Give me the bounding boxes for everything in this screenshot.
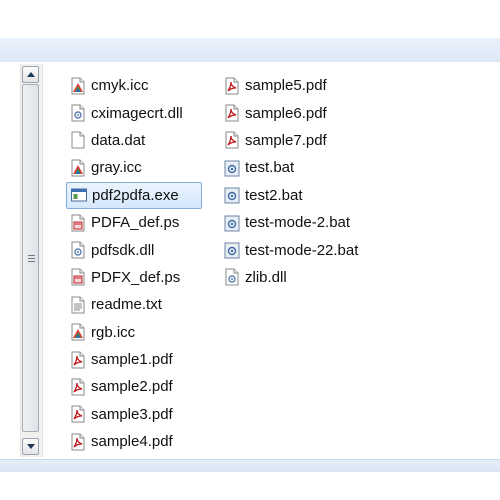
file-name: PDFX_def.ps	[91, 268, 181, 286]
toolbar-strip	[0, 38, 500, 63]
file-name: sample7.pdf	[245, 131, 327, 149]
scroll-down-button[interactable]	[22, 438, 39, 455]
file-item[interactable]: pdf2pdfa.exe	[66, 181, 202, 209]
pdf-icon	[70, 351, 86, 369]
file-item[interactable]: sample5.pdf	[220, 72, 358, 99]
file-name: test-mode-2.bat	[245, 214, 351, 232]
status-strip	[0, 459, 500, 472]
dll-icon	[70, 104, 86, 122]
exe-icon	[71, 186, 87, 204]
bat-icon	[224, 159, 240, 177]
file-item[interactable]: readme.txt	[66, 291, 202, 318]
icc-icon	[70, 323, 86, 341]
file-item[interactable]: test.bat	[220, 154, 358, 181]
pdf-icon	[224, 131, 240, 149]
file-item[interactable]: test-mode-22.bat	[220, 236, 358, 263]
file-name: zlib.dll	[245, 268, 287, 286]
file-name: pdfsdk.dll	[91, 241, 155, 259]
file-name: gray.icc	[91, 159, 142, 177]
file-name: rgb.icc	[91, 323, 136, 341]
txt-icon	[70, 296, 86, 314]
file-name: sample2.pdf	[91, 378, 173, 396]
bat-icon	[224, 214, 240, 232]
file-item[interactable]: test-mode-2.bat	[220, 209, 358, 236]
bat-icon	[224, 186, 240, 204]
file-name: test2.bat	[245, 186, 303, 204]
file-item[interactable]: sample6.pdf	[220, 99, 358, 126]
pdf-icon	[224, 104, 240, 122]
file-name: pdf2pdfa.exe	[92, 186, 179, 204]
icc-icon	[70, 159, 86, 177]
file-name: sample3.pdf	[91, 405, 173, 423]
file-item[interactable]: pdfsdk.dll	[66, 236, 202, 263]
file-item[interactable]: PDFX_def.ps	[66, 264, 202, 291]
grip-line	[28, 255, 35, 256]
file-name: cmyk.icc	[91, 77, 149, 95]
file-item[interactable]: sample1.pdf	[66, 346, 202, 373]
file-item[interactable]: PDFA_def.ps	[66, 209, 202, 236]
arrow-up-icon	[27, 72, 35, 77]
file-item[interactable]: test2.bat	[220, 182, 358, 209]
grip-line	[28, 258, 35, 259]
bat-icon	[224, 241, 240, 259]
dll-icon	[70, 241, 86, 259]
file-column-1: cmyk.icc cximagecrt.dll data.dat gray.icc pd…	[66, 72, 202, 455]
file-item[interactable]: cmyk.icc	[66, 72, 202, 99]
file-item[interactable]: sample4.pdf	[66, 428, 202, 455]
file-name: cximagecrt.dll	[91, 104, 183, 122]
file-item[interactable]: gray.icc	[66, 154, 202, 181]
scroll-thumb[interactable]	[22, 84, 39, 432]
file-name: readme.txt	[91, 296, 162, 314]
icc-icon	[70, 77, 86, 95]
file-name: test-mode-22.bat	[245, 241, 359, 259]
file-name: sample6.pdf	[245, 104, 327, 122]
pdf-icon	[70, 378, 86, 396]
file-item[interactable]: sample7.pdf	[220, 127, 358, 154]
file-name: sample1.pdf	[91, 351, 173, 369]
file-item[interactable]: sample3.pdf	[66, 401, 202, 428]
pdf-icon	[70, 433, 86, 451]
file-item[interactable]: zlib.dll	[220, 264, 358, 291]
blank-file-icon	[70, 131, 86, 149]
pdf-icon	[224, 77, 240, 95]
grip-line	[28, 261, 35, 262]
file-name: PDFA_def.ps	[91, 214, 180, 232]
file-name: sample5.pdf	[245, 77, 327, 95]
file-column-2: sample5.pdf sample6.pdf sample7.pdf test.ba…	[220, 72, 358, 291]
file-item[interactable]: data.dat	[66, 127, 202, 154]
file-name: sample4.pdf	[91, 433, 173, 451]
vertical-scrollbar[interactable]	[20, 64, 43, 457]
arrow-down-icon	[27, 444, 35, 449]
scroll-up-button[interactable]	[22, 66, 39, 83]
file-item[interactable]: cximagecrt.dll	[66, 99, 202, 126]
ps-icon	[70, 214, 86, 232]
file-name: test.bat	[245, 159, 295, 177]
ps-icon	[70, 268, 86, 286]
file-item[interactable]: rgb.icc	[66, 319, 202, 346]
file-name: data.dat	[91, 131, 146, 149]
dll-icon	[224, 268, 240, 286]
file-item[interactable]: sample2.pdf	[66, 373, 202, 400]
pdf-icon	[70, 405, 86, 423]
